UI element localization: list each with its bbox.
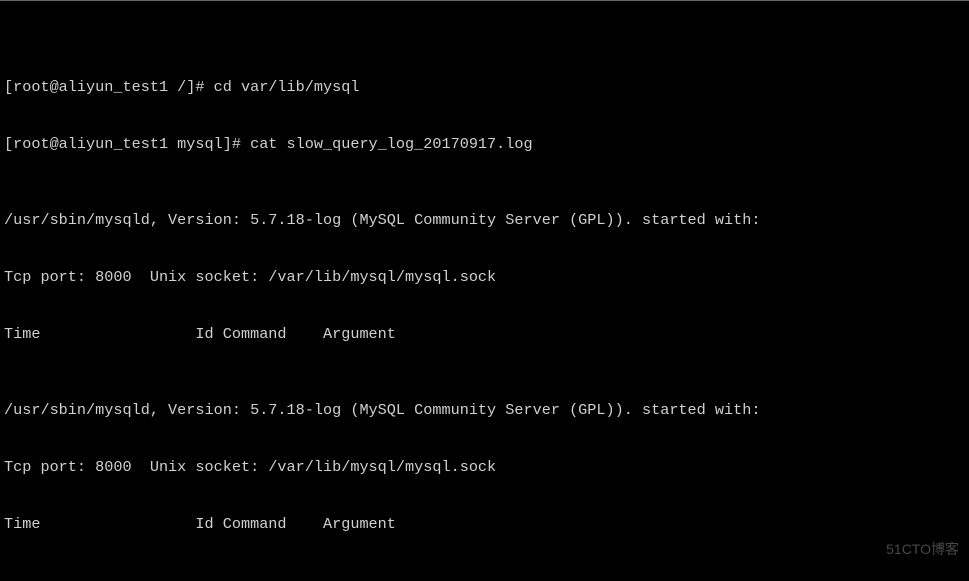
log-header-mysqld: /usr/sbin/mysqld, Version: 5.7.18-log (M… [4, 401, 965, 420]
shell-prompt: [root@aliyun_test1 /]# [4, 78, 214, 96]
terminal-line: [root@aliyun_test1 /]# cd var/lib/mysql [4, 78, 965, 97]
command-text: cat slow_query_log_20170917.log [250, 135, 533, 153]
command-text: cd var/lib/mysql [214, 78, 360, 96]
log-header-columns: Time Id Command Argument [4, 515, 965, 534]
log-header-columns: Time Id Command Argument [4, 325, 965, 344]
terminal-line: [root@aliyun_test1 mysql]# cat slow_quer… [4, 135, 965, 154]
window-top-border [0, 0, 969, 1]
watermark-text: 51CTO博客 [886, 540, 959, 559]
terminal-window[interactable]: [root@aliyun_test1 /]# cd var/lib/mysql … [0, 0, 969, 581]
shell-prompt: [root@aliyun_test1 mysql]# [4, 135, 250, 153]
log-header-tcp: Tcp port: 8000 Unix socket: /var/lib/mys… [4, 458, 965, 477]
log-header-tcp: Tcp port: 8000 Unix socket: /var/lib/mys… [4, 268, 965, 287]
log-header-mysqld: /usr/sbin/mysqld, Version: 5.7.18-log (M… [4, 211, 965, 230]
